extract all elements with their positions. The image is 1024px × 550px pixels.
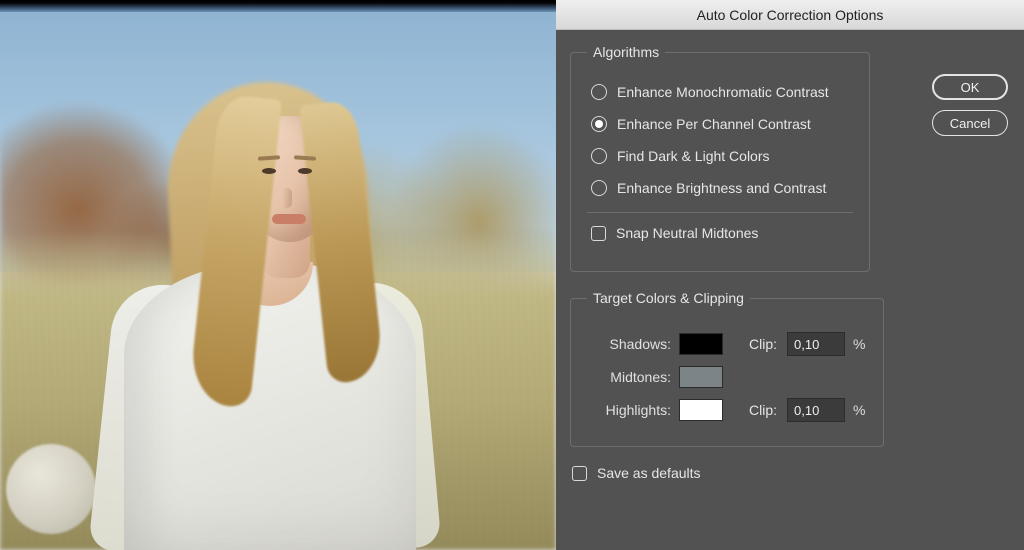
radio-label-dark-light: Find Dark & Light Colors [617, 148, 770, 164]
dialog-titlebar[interactable]: Auto Color Correction Options [556, 0, 1024, 30]
ok-button[interactable]: OK [932, 74, 1008, 100]
target-colors-legend: Target Colors & Clipping [587, 290, 750, 306]
radio-find-dark-light[interactable] [591, 148, 607, 164]
shadows-clip-percent: % [853, 336, 867, 352]
shadows-label: Shadows: [587, 336, 671, 352]
algorithms-group: Algorithms Enhance Monochromatic Contras… [570, 44, 870, 272]
highlights-clip-label: Clip: [735, 402, 779, 418]
radio-enhance-monochromatic[interactable] [591, 84, 607, 100]
highlights-clip-percent: % [853, 402, 867, 418]
shadows-clip-input[interactable] [787, 332, 845, 356]
highlights-clip-input[interactable] [787, 398, 845, 422]
canvas-image [0, 0, 556, 550]
algorithms-separator [587, 212, 853, 213]
algorithms-legend: Algorithms [587, 44, 665, 60]
radio-enhance-per-channel[interactable] [591, 116, 607, 132]
auto-color-correction-dialog: Auto Color Correction Options Algorithms… [556, 0, 1024, 550]
photo-film-edge [0, 0, 556, 12]
save-as-defaults-label: Save as defaults [597, 465, 701, 481]
cancel-button[interactable]: Cancel [932, 110, 1008, 136]
radio-label-monochromatic: Enhance Monochromatic Contrast [617, 84, 829, 100]
target-colors-group: Target Colors & Clipping Shadows: Clip: … [570, 290, 884, 447]
photo-bokeh-disc [6, 444, 96, 534]
highlights-color-swatch[interactable] [679, 399, 723, 421]
shadows-clip-label: Clip: [735, 336, 779, 352]
photo-subject [110, 56, 410, 550]
checkbox-save-as-defaults[interactable] [572, 466, 587, 481]
dialog-title: Auto Color Correction Options [697, 7, 884, 23]
snap-neutral-midtones-label: Snap Neutral Midtones [616, 225, 758, 241]
midtones-label: Midtones: [587, 369, 671, 385]
highlights-label: Highlights: [587, 402, 671, 418]
radio-label-brightness-contrast: Enhance Brightness and Contrast [617, 180, 826, 196]
radio-label-per-channel: Enhance Per Channel Contrast [617, 116, 811, 132]
shadows-color-swatch[interactable] [679, 333, 723, 355]
radio-enhance-brightness-contrast[interactable] [591, 180, 607, 196]
midtones-color-swatch[interactable] [679, 366, 723, 388]
checkbox-snap-neutral-midtones[interactable] [591, 226, 606, 241]
